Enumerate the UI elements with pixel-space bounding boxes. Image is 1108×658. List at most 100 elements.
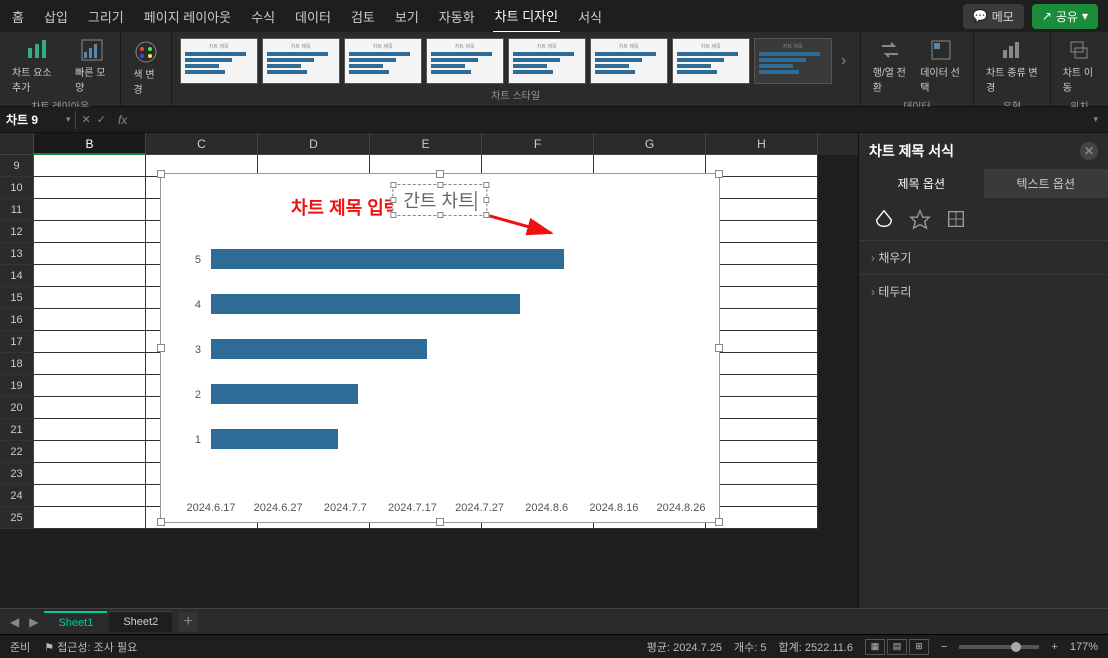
- fx-icon[interactable]: fx: [112, 113, 133, 127]
- style-gallery-more[interactable]: ›: [836, 52, 852, 70]
- chart-bar[interactable]: [211, 429, 338, 449]
- chart-style-thumbnail[interactable]: 차트 제목: [262, 38, 340, 84]
- cell[interactable]: [34, 353, 146, 375]
- chart-style-thumbnail[interactable]: 차트 제목: [426, 38, 504, 84]
- column-header[interactable]: G: [594, 133, 706, 155]
- chart-style-thumbnail[interactable]: 차트 제목: [590, 38, 668, 84]
- row-header[interactable]: 10: [0, 177, 34, 199]
- cell[interactable]: [34, 265, 146, 287]
- add-chart-element-button[interactable]: 차트 요소 추가: [8, 36, 67, 96]
- column-header[interactable]: B: [34, 133, 146, 155]
- cell[interactable]: [706, 485, 818, 507]
- normal-view-button[interactable]: ▦: [865, 639, 885, 655]
- chart-style-thumbnail[interactable]: 차트 제목: [672, 38, 750, 84]
- zoom-in-button[interactable]: +: [1051, 641, 1057, 653]
- cell[interactable]: [706, 243, 818, 265]
- row-header[interactable]: 16: [0, 309, 34, 331]
- close-pane-button[interactable]: ✕: [1080, 142, 1098, 160]
- comment-button[interactable]: 💬메모: [963, 4, 1024, 29]
- cell[interactable]: [34, 441, 146, 463]
- cell[interactable]: [34, 485, 146, 507]
- tab-home[interactable]: 홈: [10, 1, 26, 32]
- chart-bar[interactable]: [211, 339, 427, 359]
- cell[interactable]: [706, 177, 818, 199]
- select-data-button[interactable]: 데이터 선택: [916, 36, 965, 96]
- tab-view[interactable]: 보기: [393, 1, 421, 32]
- tab-data[interactable]: 데이터: [293, 1, 333, 32]
- sheet-nav-prev[interactable]: ◀: [6, 613, 23, 631]
- cell[interactable]: [34, 199, 146, 221]
- embedded-chart[interactable]: 차트 제목 입력 간트 차트 543212024.6.172024.6.2720…: [160, 173, 720, 523]
- row-header[interactable]: 19: [0, 375, 34, 397]
- row-header[interactable]: 23: [0, 463, 34, 485]
- cell[interactable]: [34, 375, 146, 397]
- cell[interactable]: [706, 221, 818, 243]
- tab-formulas[interactable]: 수식: [249, 1, 277, 32]
- cell[interactable]: [34, 397, 146, 419]
- page-layout-view-button[interactable]: ▤: [887, 639, 907, 655]
- tab-format[interactable]: 서식: [576, 1, 604, 32]
- cell[interactable]: [34, 177, 146, 199]
- cell[interactable]: [34, 221, 146, 243]
- row-header[interactable]: 22: [0, 441, 34, 463]
- tab-page-layout[interactable]: 페이지 레이아웃: [142, 1, 233, 32]
- chart-bar[interactable]: [211, 294, 520, 314]
- size-properties-icon[interactable]: [945, 208, 967, 230]
- zoom-out-button[interactable]: −: [941, 641, 947, 653]
- row-header[interactable]: 14: [0, 265, 34, 287]
- cell[interactable]: [34, 155, 146, 177]
- cell-grid[interactable]: 차트 제목 입력 간트 차트 543212024.6.172024.6.2720…: [0, 155, 858, 608]
- cell[interactable]: [706, 463, 818, 485]
- tab-draw[interactable]: 그리기: [86, 1, 126, 32]
- zoom-slider[interactable]: [959, 645, 1039, 649]
- cell[interactable]: [34, 287, 146, 309]
- text-options-tab[interactable]: 텍스트 옵션: [984, 169, 1108, 198]
- zoom-level[interactable]: 177%: [1070, 641, 1098, 653]
- chart-bar[interactable]: [211, 249, 564, 269]
- cell[interactable]: [706, 397, 818, 419]
- page-break-view-button[interactable]: ⊞: [909, 639, 929, 655]
- cell[interactable]: [706, 419, 818, 441]
- cell[interactable]: [34, 243, 146, 265]
- chart-style-thumbnail[interactable]: 차트 제목: [508, 38, 586, 84]
- row-header[interactable]: 25: [0, 507, 34, 529]
- chart-bar[interactable]: [211, 384, 358, 404]
- cell[interactable]: [34, 507, 146, 529]
- border-section-header[interactable]: 테두리: [859, 274, 1108, 308]
- switch-row-column-button[interactable]: 행/열 전환: [869, 36, 913, 96]
- chart-style-thumbnail[interactable]: 차트 제목: [180, 38, 258, 84]
- row-header[interactable]: 21: [0, 419, 34, 441]
- change-chart-type-button[interactable]: 차트 종류 변경: [982, 36, 1042, 96]
- fill-section-header[interactable]: 채우기: [859, 240, 1108, 274]
- row-header[interactable]: 15: [0, 287, 34, 309]
- add-sheet-button[interactable]: +: [178, 612, 198, 632]
- fill-line-icon[interactable]: [873, 208, 895, 230]
- chart-title-editor[interactable]: 간트 차트: [392, 184, 487, 216]
- change-colors-button[interactable]: 색 변경: [129, 38, 162, 98]
- row-header[interactable]: 17: [0, 331, 34, 353]
- tab-insert[interactable]: 삽입: [42, 1, 70, 32]
- cell[interactable]: [706, 331, 818, 353]
- accessibility-status[interactable]: ⚑ 접근성: 조사 필요: [44, 639, 137, 655]
- expand-formula-bar-icon[interactable]: ▾: [1093, 114, 1108, 125]
- row-header[interactable]: 12: [0, 221, 34, 243]
- move-chart-button[interactable]: 차트 이동: [1059, 36, 1100, 96]
- column-header[interactable]: C: [146, 133, 258, 155]
- sheet-tab-2[interactable]: Sheet2: [109, 611, 172, 632]
- cell[interactable]: [34, 309, 146, 331]
- row-header[interactable]: 9: [0, 155, 34, 177]
- column-header[interactable]: F: [482, 133, 594, 155]
- quick-layout-button[interactable]: 빠른 모양: [71, 36, 112, 96]
- select-all-corner[interactable]: [0, 133, 34, 155]
- sheet-nav-next[interactable]: ▶: [25, 613, 42, 631]
- effects-icon[interactable]: [909, 208, 931, 230]
- title-options-tab[interactable]: 제목 옵션: [859, 169, 984, 198]
- chart-plot-area[interactable]: 543212024.6.172024.6.272024.7.72024.7.17…: [181, 234, 699, 492]
- cell[interactable]: [706, 199, 818, 221]
- cell[interactable]: [34, 419, 146, 441]
- row-header[interactable]: 18: [0, 353, 34, 375]
- column-header[interactable]: H: [706, 133, 818, 155]
- sheet-tab-1[interactable]: Sheet1: [44, 611, 107, 633]
- cancel-formula-icon[interactable]: ✕: [82, 113, 91, 126]
- row-header[interactable]: 20: [0, 397, 34, 419]
